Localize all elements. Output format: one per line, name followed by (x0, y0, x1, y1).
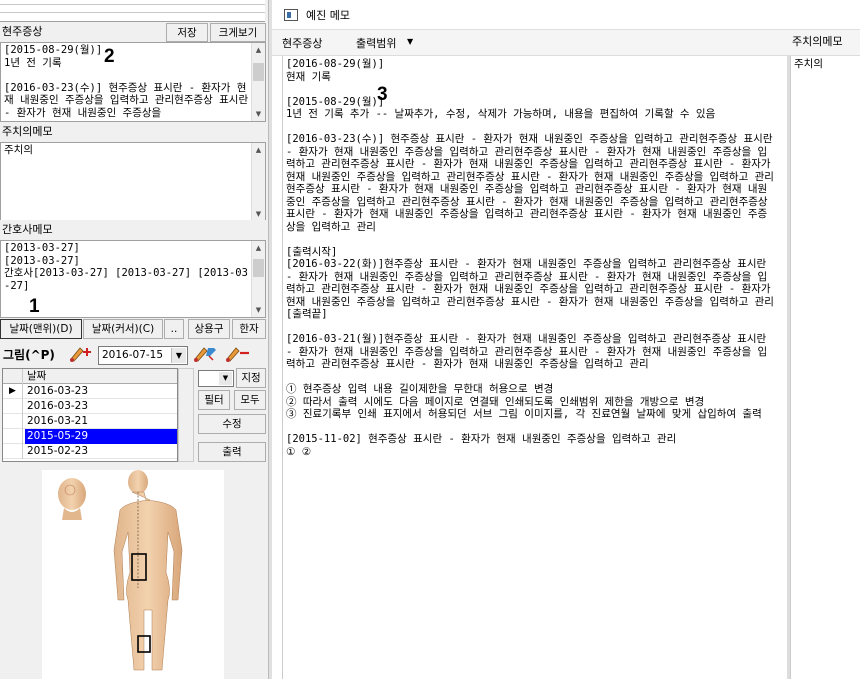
assign-button[interactable]: 지정 (236, 368, 266, 388)
annotation-number-2: 2 (104, 46, 115, 67)
assign-select[interactable]: ▼ (198, 370, 234, 387)
scroll-up-icon[interactable]: ▲ (252, 143, 265, 157)
app-root: 현주증상 저장 크게보기 [2015-08-29(월)] 1년 전 기록 [20… (0, 0, 860, 679)
grid-scrollbar[interactable] (178, 368, 194, 462)
more-button[interactable]: .. (164, 319, 184, 339)
table-row-selected[interactable]: 2015-05-29 (3, 429, 177, 444)
save-button[interactable]: 저장 (166, 23, 208, 42)
enlarge-button[interactable]: 크게보기 (210, 23, 266, 42)
background-window-strip (0, 0, 265, 22)
add-drawing-icon[interactable] (68, 344, 94, 364)
toolbar: 현주증상 출력범위 ▼ 주치의메모 (272, 30, 860, 56)
print-button[interactable]: 출력 (198, 442, 266, 462)
doctor-memo-header: 주치의메모 (792, 35, 843, 48)
drawing-date-select[interactable]: 2016-07-15 ▼ (98, 346, 188, 365)
delete-drawing-icon[interactable] (224, 344, 252, 364)
print-range-chevron-down-icon[interactable]: ▼ (407, 37, 413, 46)
preview-window: 예진 메모 현주증상 출력범위 ▼ 주치의메모 [2016-08-29(월)] … (272, 0, 860, 679)
doctor-memo-scrollbar[interactable]: ▲ ▼ (251, 143, 265, 221)
row-indicator-icon: ▶ (3, 384, 23, 399)
date-cursor-button[interactable]: 날짜(커서)(C) (83, 319, 163, 339)
drawing-label: 그림(^P) (3, 348, 55, 362)
doctor-memo-title: 주치의메모 (0, 122, 266, 142)
current-symptom-textarea[interactable]: [2015-08-29(월)] 1년 전 기록 [2016-03-23(수)] … (0, 42, 266, 122)
document-area[interactable]: [2016-08-29(월)] 현재 기록 [2015-08-29(월)] 1년… (282, 56, 787, 679)
current-symptom-scrollbar[interactable]: ▲ ▼ (251, 43, 265, 121)
edit-button[interactable]: 수정 (198, 414, 266, 434)
window-icon (284, 9, 298, 21)
scroll-up-icon[interactable]: ▲ (252, 241, 265, 255)
nurse-memo-scrollbar[interactable]: ▲ ▼ (251, 241, 265, 317)
chevron-down-icon[interactable]: ▼ (219, 372, 232, 385)
window-title: 예진 메모 (306, 9, 350, 22)
scroll-down-icon[interactable]: ▼ (252, 107, 265, 121)
date-top-button[interactable]: 날짜(맨위)(D) (0, 319, 82, 339)
toolbar-current-symptom[interactable]: 현주증상 (282, 35, 322, 51)
common-phrase-button[interactable]: 상용구 (188, 319, 230, 339)
date-grid-header: 날짜 (3, 369, 177, 384)
table-row[interactable]: 2016-03-23 (3, 399, 177, 414)
table-row[interactable]: 2015-02-23 (3, 444, 177, 459)
toolbar-print-range[interactable]: 출력범위 (356, 35, 396, 51)
scroll-down-icon[interactable]: ▼ (252, 303, 265, 317)
annotation-number-1: 1 (29, 296, 40, 317)
drawing-date-value: 2016-07-15 (102, 349, 164, 361)
document-text: [2016-08-29(월)] 현재 기록 [2015-08-29(월)] 1년… (286, 58, 774, 458)
doctor-memo-textarea[interactable]: 주치의 ▲ ▼ (0, 142, 266, 222)
all-button[interactable]: 모두 (234, 390, 266, 410)
doctor-memo-panel: 주치의 (790, 56, 860, 679)
chevron-down-icon[interactable]: ▼ (171, 348, 186, 363)
date-column-header: 날짜 (27, 370, 47, 382)
title-bar: 예진 메모 (272, 0, 860, 30)
annotation-number-3: 3 (377, 84, 388, 105)
filter-button[interactable]: 필터 (198, 390, 230, 410)
doctor-memo-text: 주치의 (4, 144, 33, 156)
current-symptom-title: 현주증상 (0, 22, 160, 42)
nurse-memo-title: 간호사메모 (0, 220, 266, 240)
doctor-memo-panel-text: 주치의 (794, 58, 823, 70)
current-symptom-text: [2015-08-29(월)] 1년 전 기록 [2016-03-23(수)] … (4, 44, 249, 119)
body-diagram-image[interactable] (42, 470, 224, 679)
left-panel: 현주증상 저장 크게보기 [2015-08-29(월)] 1년 전 기록 [20… (0, 22, 268, 679)
hanja-button[interactable]: 한자 (232, 319, 266, 339)
nurse-memo-text: [2013-03-27] [2013-03-27] 간호사[2013-03-27… (4, 242, 248, 292)
date-grid[interactable]: 날짜 ▶ 2016-03-23 2016-03-23 2016-03-21 201… (2, 368, 178, 462)
table-row[interactable]: ▶ 2016-03-23 (3, 384, 177, 399)
edit-drawing-icon[interactable] (192, 344, 220, 364)
scroll-down-icon[interactable]: ▼ (252, 207, 265, 221)
scroll-up-icon[interactable]: ▲ (252, 43, 265, 57)
table-row[interactable]: 2016-03-21 (3, 414, 177, 429)
